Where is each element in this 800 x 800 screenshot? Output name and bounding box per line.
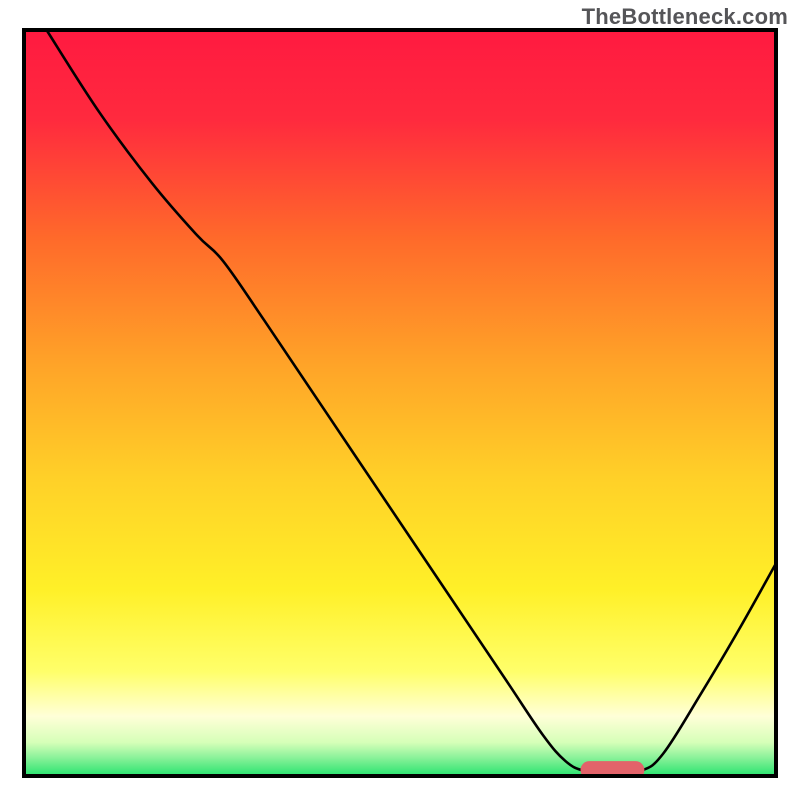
watermark-text: TheBottleneck.com (582, 4, 788, 30)
gradient-background (24, 30, 776, 776)
plot-area (24, 30, 776, 779)
chart-svg (0, 0, 800, 800)
bottleneck-chart: TheBottleneck.com (0, 0, 800, 800)
